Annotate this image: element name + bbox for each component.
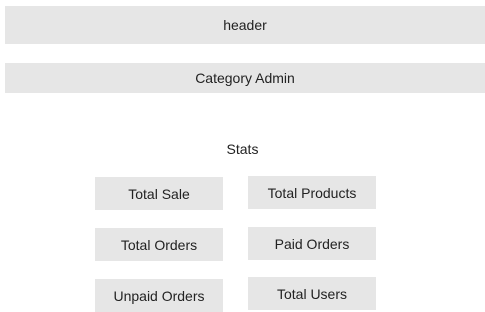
category-admin-bar[interactable]: Category Admin: [5, 63, 485, 93]
total-sale-card[interactable]: Total Sale: [95, 177, 223, 210]
total-users-label: Total Users: [276, 285, 348, 302]
header-label: header: [223, 17, 267, 33]
unpaid-orders-label: Unpaid Orders: [113, 287, 205, 304]
total-sale-label: Total Sale: [128, 185, 190, 202]
total-orders-card[interactable]: Total Orders: [95, 228, 223, 261]
unpaid-orders-card[interactable]: Unpaid Orders: [95, 279, 223, 312]
paid-orders-label: Paid Orders: [274, 235, 350, 252]
category-admin-label: Category Admin: [195, 70, 295, 86]
paid-orders-card[interactable]: Paid Orders: [248, 227, 376, 260]
stats-title: Stats: [226, 141, 259, 157]
total-users-card[interactable]: Total Users: [248, 277, 376, 310]
total-products-card[interactable]: Total Products: [248, 176, 376, 209]
total-orders-label: Total Orders: [120, 236, 198, 253]
page-header: header: [5, 6, 485, 44]
total-products-label: Total Products: [267, 184, 357, 201]
